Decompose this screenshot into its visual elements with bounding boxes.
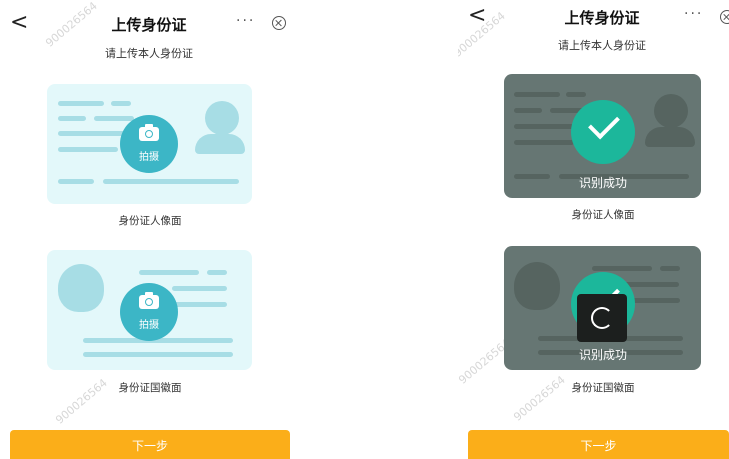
portrait-icon <box>654 94 688 128</box>
id-back-label: 身份证国徽面 <box>571 382 635 394</box>
placeholder-line <box>514 92 560 97</box>
id-front-label: 身份证人像面 <box>571 209 635 221</box>
more-icon[interactable]: ··· <box>236 13 255 29</box>
portrait-icon <box>645 127 695 147</box>
recognition-status: 识别成功 <box>578 348 627 362</box>
id-front-upload-card[interactable]: 识别成功 <box>504 74 701 198</box>
next-step-button[interactable]: 下一步 <box>468 430 729 459</box>
close-icon[interactable] <box>720 10 729 24</box>
id-front-label: 身份证人像面 <box>118 215 182 227</box>
camera-label: 拍摄 <box>139 320 159 331</box>
placeholder-line <box>139 270 199 275</box>
loading-spinner-icon <box>591 307 613 329</box>
close-icon[interactable] <box>272 16 286 30</box>
id-back-upload-card[interactable]: 拍摄 <box>47 250 252 370</box>
portrait-icon <box>205 101 239 135</box>
placeholder-line <box>660 266 680 271</box>
placeholder-line <box>94 116 134 121</box>
placeholder-line <box>514 140 574 145</box>
placeholder-line <box>58 147 118 152</box>
placeholder-line <box>566 92 586 97</box>
upload-id-screen-empty: 900026564 900026564 900026564 < 上传身份证 ··… <box>0 0 300 459</box>
placeholder-line <box>58 116 86 121</box>
upload-id-screen-recognized: 900026564 900026564 900026564 < 上传身份证 ··… <box>458 0 729 459</box>
page-subtitle: 请上传本人身份证 <box>558 39 646 52</box>
camera-icon <box>139 292 159 309</box>
portrait-icon <box>195 134 245 154</box>
placeholder-line <box>103 179 239 184</box>
id-back-upload-card[interactable]: 识别成功 <box>504 246 701 370</box>
more-icon[interactable]: ··· <box>684 6 703 22</box>
next-step-button[interactable]: 下一步 <box>10 430 290 459</box>
id-front-upload-card[interactable]: 拍摄 <box>47 84 252 204</box>
placeholder-line <box>58 179 94 184</box>
placeholder-line <box>111 101 131 106</box>
page-subtitle: 请上传本人身份证 <box>105 47 193 60</box>
id-back-label: 身份证国徽面 <box>118 382 182 394</box>
success-badge <box>571 100 635 164</box>
placeholder-line <box>514 108 542 113</box>
back-icon[interactable]: < <box>10 12 28 34</box>
page-title: 上传身份证 <box>111 16 187 34</box>
placeholder-line <box>592 266 652 271</box>
recognition-status: 识别成功 <box>578 176 627 190</box>
placeholder-line <box>207 270 227 275</box>
placeholder-line <box>172 286 227 291</box>
emblem-icon <box>514 262 560 310</box>
camera-label: 拍摄 <box>139 152 159 163</box>
camera-icon <box>139 124 159 141</box>
placeholder-line <box>624 282 679 287</box>
camera-button[interactable]: 拍摄 <box>120 283 178 341</box>
emblem-icon <box>58 264 104 312</box>
back-icon[interactable]: < <box>468 5 486 27</box>
camera-button[interactable]: 拍摄 <box>120 115 178 173</box>
placeholder-line <box>58 101 104 106</box>
loading-overlay <box>577 294 627 342</box>
placeholder-line <box>83 352 233 357</box>
page-title: 上传身份证 <box>564 9 640 27</box>
check-icon <box>588 107 620 140</box>
